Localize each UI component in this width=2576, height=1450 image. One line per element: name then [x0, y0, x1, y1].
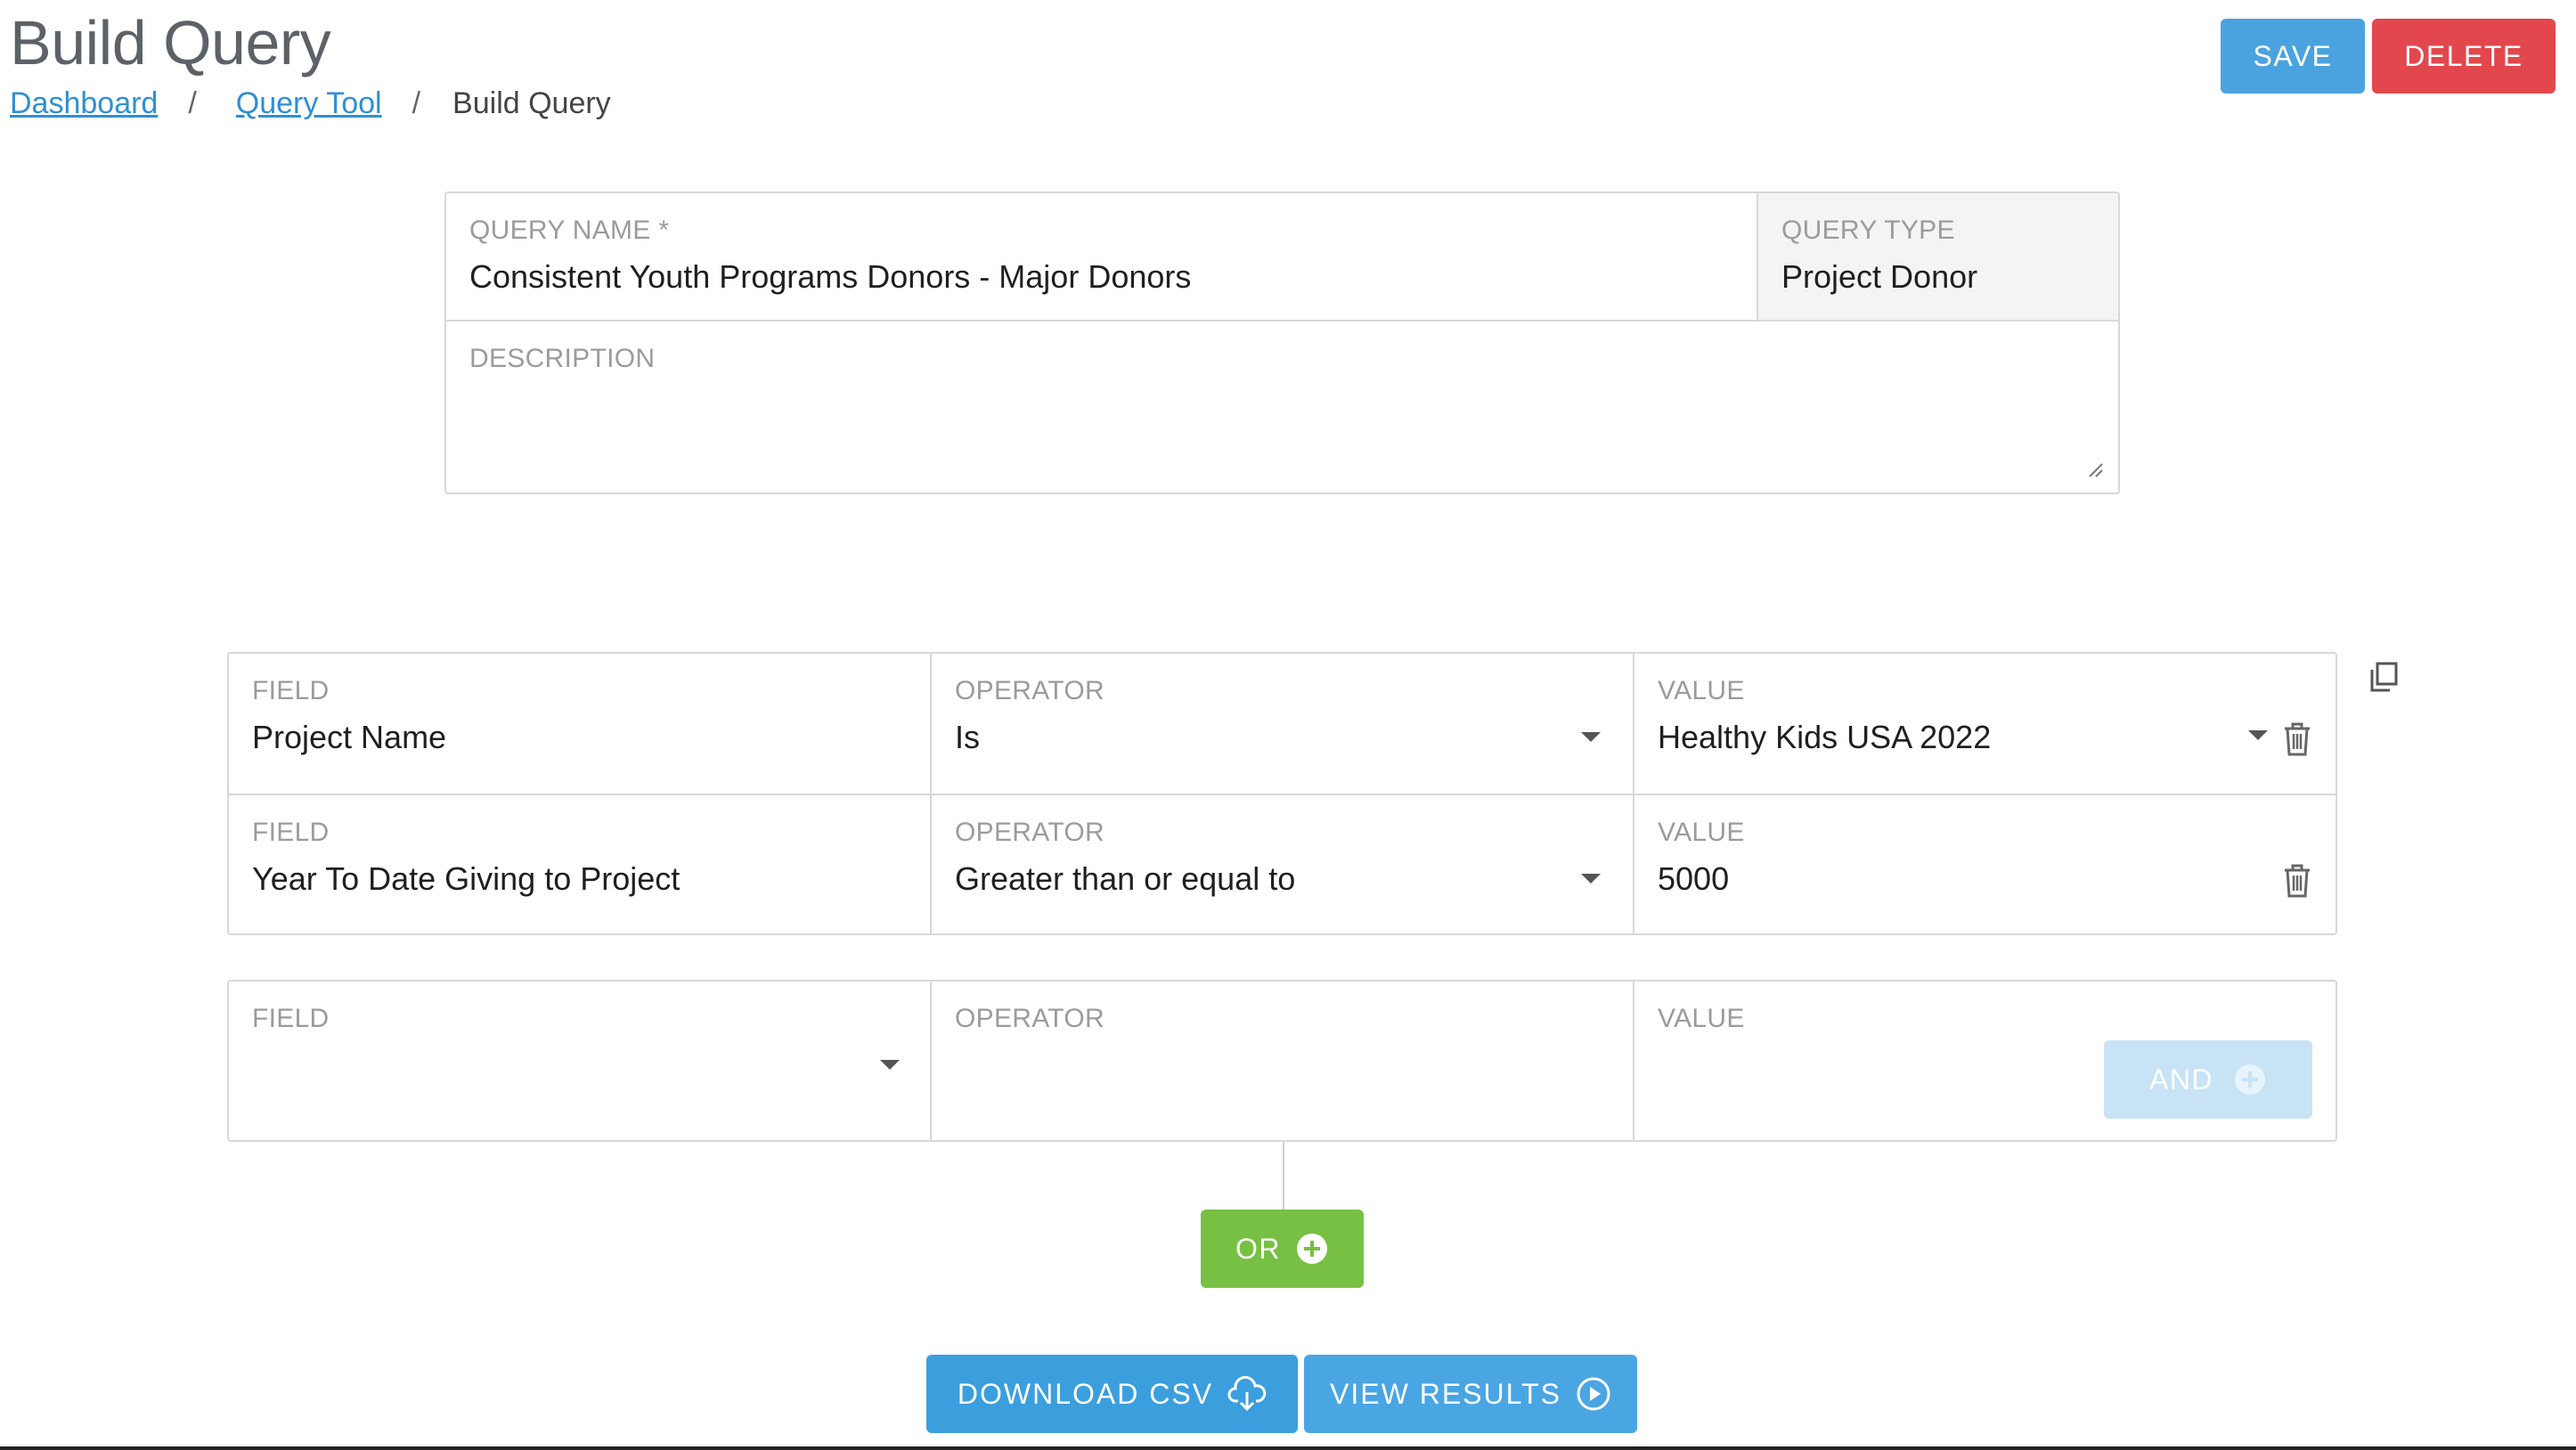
view-results-label: VIEW RESULTS [1330, 1377, 1561, 1410]
breadcrumb-current: Build Query [452, 86, 611, 120]
query-type-label: QUERY TYPE [1781, 216, 1955, 245]
value-label: VALUE [1658, 676, 1745, 705]
breadcrumb: Dashboard / Query Tool / Build Query [10, 80, 611, 126]
query-name-label: QUERY NAME * [469, 216, 670, 245]
operator-label: OPERATOR [955, 676, 1105, 705]
field-label: FIELD [252, 676, 330, 705]
caret-down-icon[interactable] [2248, 730, 2268, 740]
rule-group: FIELD Project Name OPERATOR Is VALUE Hea… [227, 652, 2337, 935]
copy-icon[interactable] [2368, 661, 2400, 693]
play-circle-icon [1576, 1376, 1611, 1412]
value-label: VALUE [1658, 1004, 1745, 1033]
cloud-download-icon [1227, 1376, 1267, 1412]
query-name-field[interactable]: QUERY NAME * Consistent Youth Programs D… [446, 193, 1757, 320]
operator-label: OPERATOR [955, 1004, 1105, 1033]
query-details-card: QUERY NAME * Consistent Youth Programs D… [444, 191, 2120, 494]
field-label: FIELD [252, 818, 330, 847]
rule-value-select[interactable]: VALUE Healthy Kids USA 2022 [1634, 654, 2336, 794]
rule-field-select[interactable]: FIELD Project Name [229, 654, 932, 794]
resize-grip-icon[interactable] [2086, 460, 2104, 478]
new-rule-value-field[interactable]: VALUE AND [1634, 982, 2336, 1140]
field-label: FIELD [252, 1004, 330, 1033]
rule-operator-select[interactable]: OPERATOR Is [932, 654, 1634, 794]
value-label: VALUE [1658, 818, 1745, 847]
plus-circle-icon [1295, 1232, 1329, 1266]
or-button[interactable]: OR [1201, 1210, 1364, 1288]
rule-field-select[interactable]: FIELD Year To Date Giving to Project [229, 795, 932, 933]
query-type-field: QUERY TYPE Project Donor [1757, 193, 2118, 320]
view-results-button[interactable]: VIEW RESULTS [1304, 1355, 1637, 1433]
new-rule-field-select[interactable]: FIELD [229, 982, 932, 1140]
breadcrumb-separator: / [412, 86, 421, 120]
save-button[interactable]: SAVE [2221, 19, 2365, 94]
value-value: Healthy Kids USA 2022 [1658, 719, 1992, 755]
query-type-value: Project Donor [1781, 258, 1978, 295]
description-field[interactable]: DESCRIPTION [446, 322, 2118, 493]
description-label: DESCRIPTION [469, 344, 656, 373]
field-value: Project Name [252, 719, 447, 755]
caret-down-icon[interactable] [1581, 874, 1601, 884]
download-csv-label: DOWNLOAD CSV [957, 1377, 1214, 1410]
query-name-input[interactable]: Consistent Youth Programs Donors - Major… [469, 257, 1733, 297]
delete-button[interactable]: DELETE [2372, 19, 2556, 94]
operator-value: Greater than or equal to [955, 860, 1296, 897]
window-bottom-edge [0, 1446, 2576, 1450]
and-button-label: AND [2148, 1063, 2214, 1096]
trash-icon[interactable] [2282, 721, 2312, 757]
build-query-page: Build Query Dashboard / Query Tool / Bui… [0, 0, 2576, 1450]
operator-value: Is [955, 719, 981, 755]
value-value[interactable]: 5000 [1658, 859, 2312, 899]
and-button[interactable]: AND [2104, 1040, 2312, 1119]
caret-down-icon[interactable] [1581, 732, 1601, 742]
rule-operator-select[interactable]: OPERATOR Greater than or equal to [932, 795, 1634, 933]
breadcrumb-query-tool-link[interactable]: Query Tool [236, 80, 382, 126]
new-rule-row: FIELD OPERATOR VALUE AND [227, 980, 2337, 1142]
rule-row: FIELD Project Name OPERATOR Is VALUE Hea… [229, 654, 2336, 794]
field-value: Year To Date Giving to Project [252, 860, 681, 897]
page-title: Build Query [10, 8, 331, 77]
caret-down-icon[interactable] [880, 1060, 900, 1070]
rule-value-input[interactable]: VALUE 5000 [1634, 795, 2336, 933]
breadcrumb-dashboard-link[interactable]: Dashboard [10, 80, 158, 126]
or-button-label: OR [1235, 1232, 1281, 1265]
connector-line [1283, 1142, 1284, 1210]
rule-row: FIELD Year To Date Giving to Project OPE… [229, 794, 2336, 933]
trash-icon[interactable] [2282, 863, 2312, 899]
operator-label: OPERATOR [955, 818, 1105, 847]
breadcrumb-separator: / [188, 86, 197, 120]
download-csv-button[interactable]: DOWNLOAD CSV [926, 1355, 1298, 1433]
plus-circle-icon [2235, 1064, 2266, 1095]
new-rule-operator-select[interactable]: OPERATOR [932, 982, 1634, 1140]
